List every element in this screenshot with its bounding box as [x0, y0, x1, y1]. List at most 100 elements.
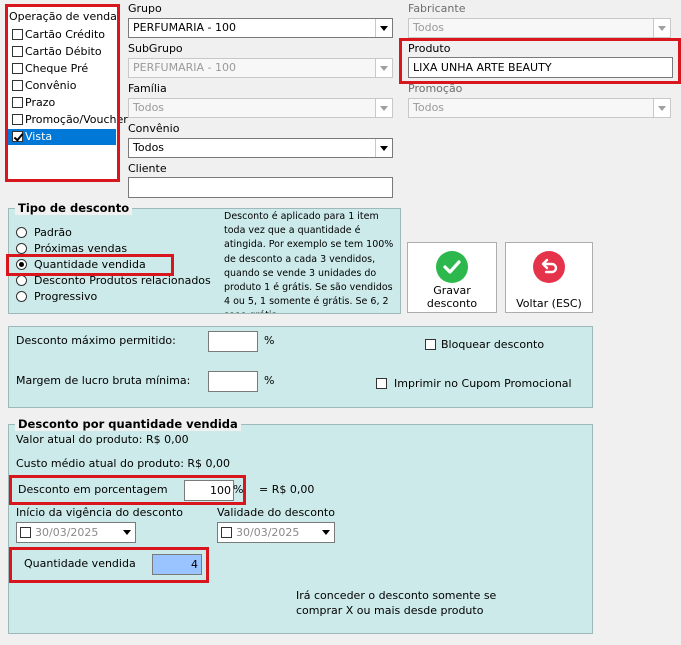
grupo-value: PERFUMARIA - 100 — [133, 21, 236, 34]
quantity-hint: Irá conceder o desconto somente se compr… — [296, 589, 497, 617]
payment-item[interactable]: Promoção/Voucher — [8, 112, 128, 128]
payment-item-checkbox[interactable] — [12, 97, 23, 108]
convenio-label: Convênio — [128, 122, 180, 135]
block-discount-checkbox[interactable] — [425, 339, 436, 350]
payment-item[interactable]: Convênio — [8, 78, 116, 94]
payment-item-checkbox[interactable] — [12, 131, 23, 142]
back-arrow-icon — [533, 251, 565, 283]
payment-item-checkbox[interactable] — [12, 63, 23, 74]
back-button[interactable]: Voltar (ESC) — [505, 242, 593, 313]
print-coupon-label: Imprimir no Cupom Promocional — [394, 377, 572, 390]
start-date-checkbox[interactable] — [20, 527, 31, 538]
quantity-value: 4 — [191, 558, 198, 571]
back-label: Voltar (ESC) — [516, 297, 582, 310]
discount-option-label: Quantidade vendida — [34, 258, 146, 271]
payment-item-label: Promoção/Voucher — [25, 113, 128, 126]
quantity-input[interactable]: 4 — [152, 554, 202, 575]
grupo-select[interactable]: PERFUMARIA - 100 — [128, 18, 393, 38]
check-icon — [436, 251, 468, 283]
payment-item-checkbox[interactable] — [12, 46, 23, 57]
quantity-discount-title: Desconto por quantidade vendida — [15, 417, 241, 431]
payment-item[interactable]: Prazo — [8, 95, 116, 111]
discount-option-radio[interactable] — [16, 227, 27, 238]
discount-option[interactable]: Quantidade vendida — [16, 258, 221, 273]
grupo-label: Grupo — [128, 2, 162, 15]
chevron-down-icon[interactable] — [322, 530, 330, 535]
discount-description: Desconto é aplicado para 1 item toda vez… — [224, 211, 394, 313]
valid-date-checkbox[interactable] — [221, 527, 232, 538]
fabricante-select: Todos — [408, 18, 671, 38]
valid-date-picker[interactable]: 30/03/2025 — [217, 522, 335, 543]
payment-item-label: Convênio — [25, 79, 77, 92]
payment-item[interactable]: Cheque Pré — [8, 61, 116, 77]
discount-option-label: Progressivo — [34, 290, 98, 303]
max-discount-label: Desconto máximo permitido: — [16, 334, 176, 347]
print-coupon-checkbox[interactable] — [376, 378, 387, 389]
discount-option-radio[interactable] — [16, 243, 27, 254]
promocao-label: Promoção — [408, 82, 463, 95]
convenio-select[interactable]: Todos — [128, 138, 393, 158]
payment-item-checkbox[interactable] — [12, 114, 23, 125]
payment-item[interactable]: Cartão Crédito — [8, 27, 116, 43]
save-discount-label: Gravar desconto — [426, 284, 478, 310]
promocao-select: Todos — [408, 98, 671, 118]
familia-select: Todos — [128, 98, 393, 118]
familia-value: Todos — [133, 101, 165, 114]
percent-discount-value: 100 — [210, 484, 231, 497]
discount-option-radio[interactable] — [16, 259, 27, 270]
start-date-picker[interactable]: 30/03/2025 — [16, 522, 136, 543]
equals-value-text: = R$ 0,00 — [259, 483, 315, 496]
margin-label: Margem de lucro bruta mínima: — [16, 374, 191, 387]
subgrupo-value: PERFUMARIA - 100 — [133, 61, 236, 74]
discount-option[interactable]: Próximas vendas — [16, 242, 221, 257]
current-value-text: Valor atual do produto: R$ 0,00 — [16, 433, 189, 446]
fabricante-label: Fabricante — [408, 2, 466, 15]
discount-type-title: Tipo de desconto — [15, 201, 133, 215]
quantity-label: Quantidade vendida — [24, 557, 136, 570]
start-date-label: Início da vigência do desconto — [16, 506, 183, 519]
payment-list-title: Operação de vendas — [9, 10, 117, 23]
save-discount-button[interactable]: Gravar desconto — [407, 242, 497, 313]
payment-item-checkbox[interactable] — [12, 80, 23, 91]
start-date-value: 30/03/2025 — [35, 526, 99, 539]
fabricante-value: Todos — [413, 21, 445, 34]
valid-date-label: Validade do desconto — [217, 506, 335, 519]
payment-item-label: Cheque Pré — [25, 62, 89, 75]
payment-item[interactable]: Cartão Débito — [8, 44, 116, 60]
subgrupo-select: PERFUMARIA - 100 — [128, 58, 393, 78]
payment-item-label: Cartão Débito — [25, 45, 102, 58]
percent-discount-input[interactable]: 100 — [184, 480, 234, 501]
convenio-value: Todos — [133, 141, 165, 154]
chevron-down-icon[interactable] — [375, 139, 392, 157]
discount-option-label: Próximas vendas — [34, 242, 128, 255]
payment-item[interactable]: Vista — [8, 129, 116, 145]
discount-option[interactable]: Padrão — [16, 226, 221, 241]
discount-option-radio[interactable] — [16, 275, 27, 286]
chevron-down-icon[interactable] — [123, 530, 131, 535]
percent-discount-sign: % — [233, 483, 244, 496]
cliente-input[interactable] — [128, 177, 393, 198]
max-discount-percent: % — [264, 334, 275, 347]
cliente-label: Cliente — [128, 162, 167, 175]
chevron-down-icon — [375, 99, 392, 117]
margin-percent: % — [264, 374, 275, 387]
payment-item-label: Vista — [25, 130, 53, 143]
payment-item-checkbox[interactable] — [12, 29, 23, 40]
discount-option-label: Padrão — [34, 226, 72, 239]
produto-input[interactable]: LIXA UNHA ARTE BEAUTY — [408, 57, 673, 78]
discount-option[interactable]: Progressivo — [16, 290, 221, 305]
discount-option[interactable]: Desconto Produtos relacionados — [16, 274, 221, 289]
payment-item-label: Cartão Crédito — [25, 28, 106, 41]
chevron-down-icon[interactable] — [375, 19, 392, 37]
percent-discount-label: Desconto em porcentagem — [18, 483, 168, 496]
max-discount-input[interactable] — [208, 331, 258, 352]
familia-label: Família — [128, 82, 167, 95]
chevron-down-icon — [653, 99, 670, 117]
block-discount-label: Bloquear desconto — [441, 338, 545, 351]
subgrupo-label: SubGrupo — [128, 42, 183, 55]
margin-input[interactable] — [208, 371, 258, 392]
discount-option-radio[interactable] — [16, 291, 27, 302]
valid-date-value: 30/03/2025 — [236, 526, 300, 539]
payment-item-label: Prazo — [25, 96, 56, 109]
produto-label: Produto — [408, 42, 451, 55]
